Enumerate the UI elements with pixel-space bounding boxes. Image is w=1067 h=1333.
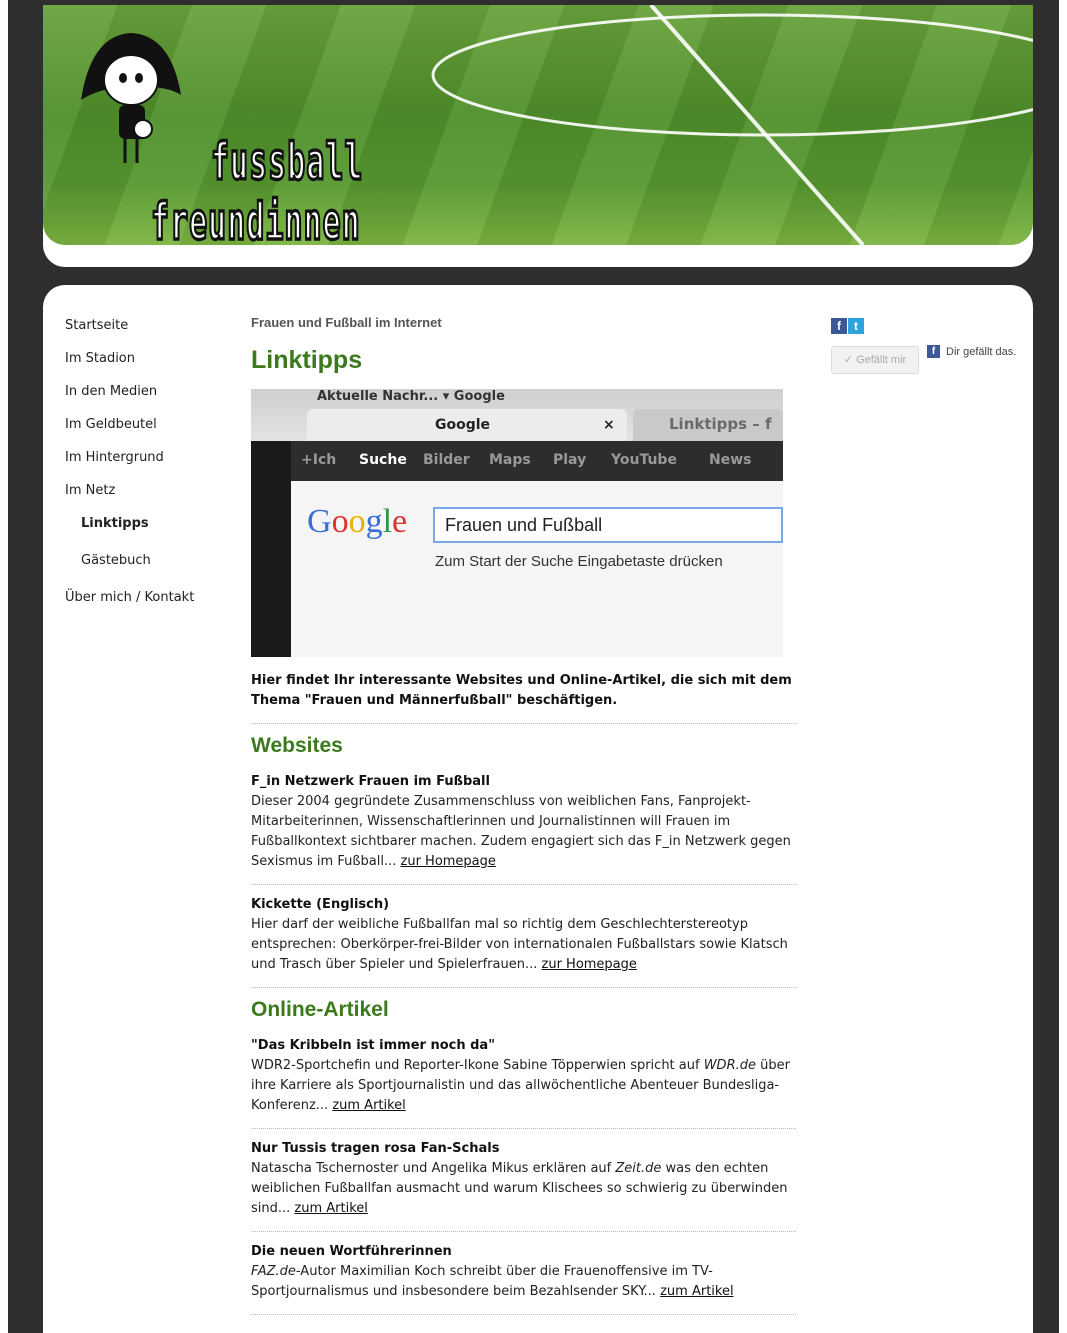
nav-item-startseite[interactable]: Startseite xyxy=(65,317,235,350)
article-link[interactable]: zum Artikel xyxy=(294,1201,367,1216)
list-item-article: Die neuen Wortführerinnen FAZ.de-Autor M… xyxy=(251,1242,796,1302)
list-item-article: "Das Kribbeln ist immer noch da" WDR2-Sp… xyxy=(251,1036,796,1116)
photo-gbar-item: Play xyxy=(553,452,587,468)
google-search-photo: Aktuelle Nachr... ▾ Google Google × Link… xyxy=(251,389,783,657)
photo-google-logo: Google xyxy=(307,503,408,540)
site-header: fussball freundinnen xyxy=(43,5,1033,267)
photo-bookmarks: Aktuelle Nachr... ▾ Google xyxy=(317,389,505,404)
entry-text: WDR2-Sportchefin und Reporter-Ikone Sabi… xyxy=(251,1058,790,1113)
like-info: f Dir gefällt das. xyxy=(927,345,1017,360)
photo-tab-google-title: Google xyxy=(435,417,491,433)
breadcrumb: Frauen und Fußball im Internet xyxy=(251,315,442,330)
entry-text: Hier darf der weibliche Fußballfan mal s… xyxy=(251,917,788,972)
nav-item-linktipps[interactable]: Linktipps xyxy=(65,515,235,552)
nav-item-im-netz[interactable]: Im Netz xyxy=(65,482,235,515)
photo-gbar-item: Bilder xyxy=(423,452,470,468)
photo-gbar-item: News xyxy=(709,452,752,468)
entry-text: Natascha Tschernoster und Angelika Mikus… xyxy=(251,1161,788,1216)
nav-item-im-geldbeutel[interactable]: Im Geldbeutel xyxy=(65,416,235,449)
entry-title: Die neuen Wortführerinnen xyxy=(251,1244,452,1259)
entry-title: "Das Kribbeln ist immer noch da" xyxy=(251,1038,495,1053)
entry-title: F_in Netzwerk Frauen im Fußball xyxy=(251,774,490,789)
homepage-link[interactable]: zur Homepage xyxy=(401,854,496,869)
nav-item-im-hintergrund[interactable]: Im Hintergrund xyxy=(65,449,235,482)
page-border-right xyxy=(1059,0,1067,1333)
divider xyxy=(251,987,796,988)
nav-item-ueber-mich[interactable]: Über mich / Kontakt xyxy=(65,589,235,622)
entry-title: Kickette (Englisch) xyxy=(251,897,390,912)
main-content: Frauen und Fußball im Internet Linktipps… xyxy=(251,315,796,1325)
divider xyxy=(251,884,796,885)
like-button[interactable]: ✓ Gefällt mir xyxy=(831,346,919,374)
page-border-left xyxy=(0,0,8,1333)
photo-gbar-item: Maps xyxy=(489,452,531,468)
photo-search-hint: Zum Start der Suche Eingabetaste drücken xyxy=(435,553,723,570)
photo-search-box: Frauen und Fußball xyxy=(433,507,783,543)
logo-text-line2: freundinnen xyxy=(150,191,361,254)
facebook-icon: f xyxy=(927,345,940,358)
entry-text: FAZ.de-Autor Maximilian Koch schreibt üb… xyxy=(251,1264,734,1299)
photo-gbar-item: Suche xyxy=(359,452,407,468)
intro-text: Hier findet Ihr interessante Websites un… xyxy=(251,673,792,708)
social-sidebar: ft ✓ Gefällt mir f Dir gefällt das. xyxy=(831,315,1021,374)
nav-item-in-den-medien[interactable]: In den Medien xyxy=(65,383,235,416)
photo-browser-tabbar: Aktuelle Nachr... ▾ Google Google × Link… xyxy=(251,389,783,441)
like-info-text: Dir gefällt das. xyxy=(946,346,1017,358)
photo-gbar-item: +Ich xyxy=(301,452,337,468)
page-title: Linktipps xyxy=(251,346,363,374)
section-title-online-artikel: Online-Artikel xyxy=(251,998,389,1021)
logo-text-line1: fussball xyxy=(210,131,364,194)
photo-tab-linktipps: Linktipps – f xyxy=(633,409,783,441)
divider xyxy=(251,723,796,724)
list-item-website: Kickette (Englisch) Hier darf der weibli… xyxy=(251,895,796,975)
site-logo[interactable]: fussball freundinnen xyxy=(71,25,364,254)
photo-gbar-item: YouTube xyxy=(611,452,677,468)
photo-google-bar: +Ich Suche Bilder Maps Play YouTube News xyxy=(291,441,783,481)
article-link[interactable]: zum Artikel xyxy=(660,1284,733,1299)
content-card: Startseite Im Stadion In den Medien Im G… xyxy=(43,285,1033,1333)
divider xyxy=(251,1128,796,1129)
list-item-article: Nur Tussis tragen rosa Fan-Schals Natasc… xyxy=(251,1139,796,1219)
photo-tab-close-icon: × xyxy=(603,417,615,433)
sidebar-nav: Startseite Im Stadion In den Medien Im G… xyxy=(65,317,235,622)
photo-google-page: Google Frauen und Fußball Zum Start der … xyxy=(291,481,783,657)
nav-item-gaestebuch[interactable]: Gästebuch xyxy=(65,552,235,589)
twitter-share-icon[interactable]: t xyxy=(848,318,864,334)
facebook-share-icon[interactable]: f xyxy=(831,318,847,334)
divider xyxy=(251,1314,796,1315)
article-link[interactable]: zum Artikel xyxy=(332,1098,405,1113)
entry-title: Nur Tussis tragen rosa Fan-Schals xyxy=(251,1141,500,1156)
nav-item-im-stadion[interactable]: Im Stadion xyxy=(65,350,235,383)
photo-tab-google: Google × xyxy=(307,409,627,441)
entry-text: Dieser 2004 gegründete Zusammenschluss v… xyxy=(251,794,791,869)
section-title-websites: Websites xyxy=(251,734,343,757)
list-item-website: F_in Netzwerk Frauen im Fußball Dieser 2… xyxy=(251,772,796,872)
divider xyxy=(251,1231,796,1232)
homepage-link[interactable]: zur Homepage xyxy=(542,957,637,972)
photo-tab-linktipps-title: Linktipps – f xyxy=(669,415,772,433)
girl-mascot-icon xyxy=(81,33,181,163)
